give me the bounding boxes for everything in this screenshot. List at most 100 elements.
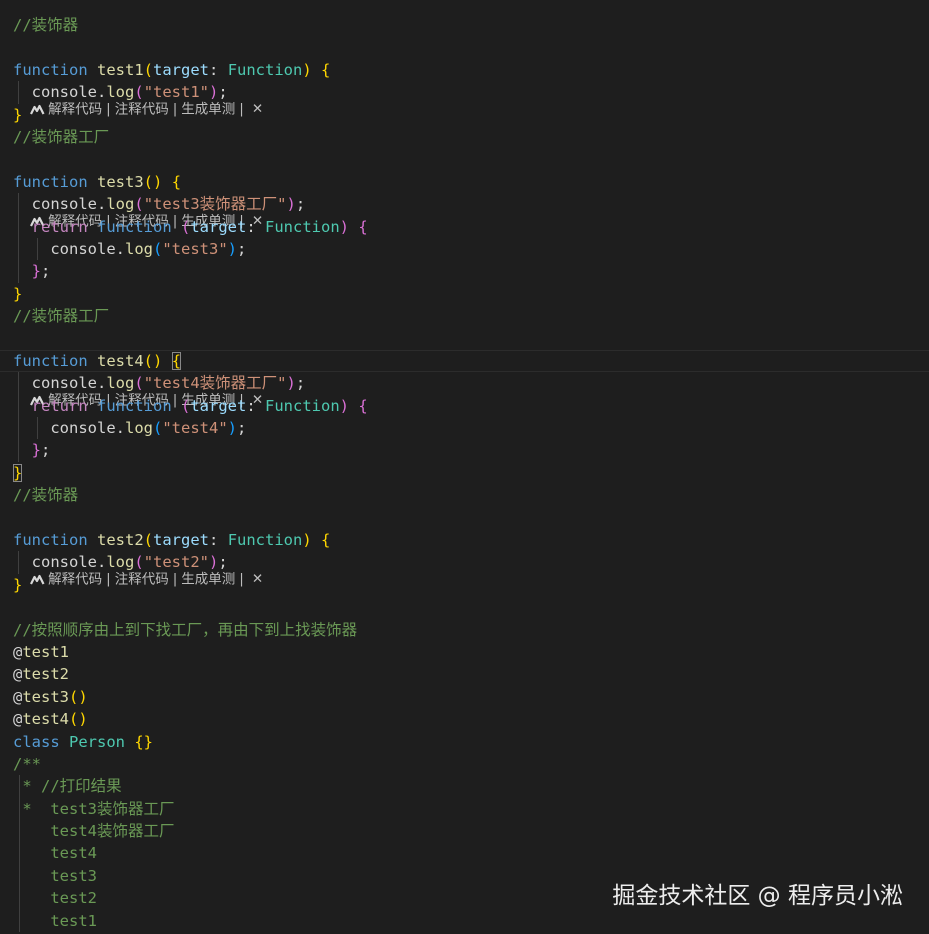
code-token: ( (143, 60, 154, 79)
code-line[interactable]: //装饰器 (0, 484, 929, 506)
code-token: ( (134, 83, 144, 102)
code-token: { (171, 172, 182, 191)
code-line[interactable]: console.log("test1"); (0, 81, 929, 104)
code-token: return (31, 217, 97, 236)
code-line[interactable]: console.log("test2"); (0, 551, 929, 574)
code-line[interactable]: class Person {} (0, 731, 929, 753)
indent-guide (19, 864, 20, 888)
code-token: test4 (22, 710, 70, 729)
indent-guide (18, 394, 19, 418)
code-token: test2 (97, 530, 144, 549)
code-line[interactable]: test1 (0, 909, 929, 933)
code-line[interactable]: return function (target: Function) { (0, 394, 929, 418)
code-line[interactable]: //装饰器工厂 (0, 305, 929, 327)
code-line[interactable]: @test3() (0, 686, 929, 708)
code-token: @ (13, 642, 23, 661)
code-token: ; (41, 262, 51, 281)
code-token: ( (153, 239, 163, 258)
code-token: return (31, 396, 97, 415)
code-token: console (13, 553, 97, 572)
code-token: . (97, 83, 107, 102)
code-line[interactable]: }; (0, 439, 929, 462)
code-token: } (31, 441, 42, 460)
code-line[interactable]: console.log("test4"); (0, 417, 929, 440)
indent-guide (18, 417, 19, 440)
code-line[interactable]: @test2 (0, 663, 929, 685)
code-token: test1 (13, 911, 97, 930)
code-line[interactable]: * //打印结果 (0, 775, 929, 798)
code-token: "test2" (143, 553, 210, 572)
code-token: } (31, 262, 42, 281)
code-line[interactable]: } (0, 462, 929, 484)
code-token: target (190, 396, 247, 415)
codelens-bar: 解释代码 | 注释代码 | 生成单测 | ✕ (0, 36, 929, 117)
watermark: 掘金技术社区 @ 程序员小淞 (612, 883, 903, 909)
code-token: . (97, 374, 107, 393)
code-line[interactable]: } (0, 283, 929, 305)
code-token: { (358, 396, 368, 415)
indent-guide (18, 81, 19, 104)
code-line[interactable]: * test3装饰器工厂 (0, 797, 929, 821)
code-line[interactable]: test4 (0, 842, 929, 865)
code-token: { (171, 351, 182, 370)
code-line[interactable]: function test2(target: Function) { (0, 529, 929, 551)
code-line[interactable]: console.log("test3"); (0, 237, 929, 261)
code-token: ) (302, 60, 312, 79)
code-line[interactable]: @test4() (0, 708, 929, 730)
code-line[interactable]: /** (0, 753, 929, 775)
code-token: ( (143, 530, 154, 549)
code-line-current[interactable]: function test4() { (0, 349, 929, 373)
code-line[interactable]: function test3() { (0, 171, 929, 193)
code-token: : (209, 60, 228, 79)
code-line[interactable]: } (0, 574, 929, 596)
code-line[interactable]: test4装饰器工厂 (0, 820, 929, 843)
code-line[interactable]: }; (0, 260, 929, 283)
code-line[interactable]: @test1 (0, 641, 929, 663)
indent-guide (19, 820, 20, 843)
code-line[interactable]: } (0, 104, 929, 126)
code-token: test4 (13, 844, 97, 863)
code-editor[interactable]: //装饰器 解释代码 | 注释代码 | 生成单测 | ✕ function test1(ta… (0, 0, 929, 934)
code-token: "test1" (143, 83, 210, 102)
code-token: ; (295, 195, 306, 214)
code-token: log (106, 553, 135, 572)
code-token: ) (209, 83, 219, 102)
indent-guide (18, 215, 19, 238)
code-line[interactable]: return function (target: Function) { (0, 215, 929, 238)
code-line[interactable]: console.log("test4装饰器工厂"); (0, 372, 929, 395)
code-token: test2 (22, 665, 70, 684)
code-token: ( (134, 553, 144, 572)
code-line[interactable]: //装饰器 (0, 14, 929, 36)
code-token: @ (13, 710, 23, 729)
code-token: () (69, 710, 88, 729)
code-token: test1 (22, 642, 70, 661)
indent-guide (19, 842, 20, 865)
code-token: * //打印结果 (13, 777, 122, 796)
code-token: log (106, 195, 135, 214)
code-token: console (13, 239, 116, 258)
code-token: : (209, 530, 228, 549)
code-token: {} (134, 732, 153, 751)
code-line[interactable]: //按照顺序由上到下找工厂，再由下到上找装饰器 (0, 619, 929, 641)
code-line[interactable]: //装饰器工厂 (0, 126, 929, 148)
codelens-bar: 解释代码 | 注释代码 | 生成单测 | ✕ (0, 327, 929, 408)
code-token: ( (181, 396, 191, 415)
code-line[interactable]: console.log("test3装饰器工厂"); (0, 193, 929, 216)
indent-guide (19, 887, 20, 910)
code-token: ; (218, 83, 228, 102)
indent-guide (19, 775, 20, 798)
code-token: ) (339, 396, 350, 415)
code-token: ) (286, 374, 296, 393)
editor-lines[interactable]: //装饰器 解释代码 | 注释代码 | 生成单测 | ✕ function test1(ta… (0, 14, 929, 933)
code-token: "test4" (162, 419, 228, 438)
indent-guide (18, 439, 19, 462)
code-token: { (321, 530, 331, 549)
code-line[interactable]: function test1(target: Function) { (0, 59, 929, 81)
code-line[interactable] (0, 596, 929, 618)
code-token: test1 (97, 60, 144, 79)
